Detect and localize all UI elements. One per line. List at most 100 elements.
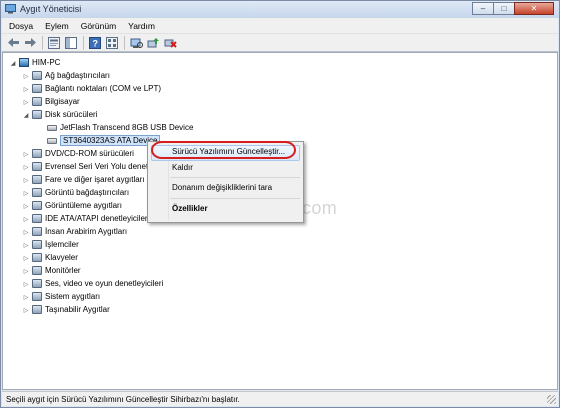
expand-arrow-icon[interactable]: ▷ — [22, 201, 30, 211]
tree-item-ports[interactable]: Bağlantı noktaları (COM ve LPT) — [32, 82, 161, 95]
update-driver-button[interactable] — [145, 35, 161, 50]
minimize-icon: – — [480, 4, 486, 13]
scan-hardware-icon — [130, 38, 143, 48]
tree-item-label: İşlemciler — [45, 240, 79, 249]
menu-eylem[interactable]: Eylem — [40, 21, 74, 31]
tree-item-monitors[interactable]: Monitörler — [32, 264, 81, 277]
tree-item-label: IDE ATA/ATAPI denetleyicileri — [45, 214, 150, 223]
toolbar-separator — [83, 35, 84, 50]
tree-item-disk-drives[interactable]: Disk sürücüleri — [32, 108, 97, 121]
show-hide-tree-icon — [65, 36, 77, 49]
expand-arrow-icon[interactable]: ▷ — [22, 162, 30, 172]
expand-arrow-icon[interactable]: ▷ — [22, 97, 30, 107]
expand-arrow-icon[interactable]: ▷ — [22, 227, 30, 237]
tree-item-network-adapters[interactable]: Ağ bağdaştırıcıları — [32, 69, 110, 82]
tree-item-ide[interactable]: IDE ATA/ATAPI denetleyicileri — [32, 212, 149, 225]
toolbar: ? — [2, 33, 558, 52]
show-hide-tree-button[interactable] — [63, 35, 79, 50]
tree-item-label: DVD/CD-ROM sürücüleri — [45, 149, 134, 158]
menu-dosya[interactable]: Dosya — [4, 21, 38, 31]
mouse-icon — [32, 175, 42, 184]
back-button[interactable] — [5, 35, 21, 50]
tree-item-keyboards[interactable]: Klavyeler — [32, 251, 78, 264]
collapse-arrow-icon[interactable]: ◢ — [9, 58, 17, 68]
menu-yardim[interactable]: Yardım — [123, 21, 160, 31]
portable-device-icon — [32, 305, 42, 314]
expand-arrow-icon[interactable]: ▷ — [22, 305, 30, 315]
tree-item-computer[interactable]: Bilgisayar — [32, 95, 80, 108]
expand-arrow-icon[interactable]: ▷ — [22, 71, 30, 81]
view-button[interactable] — [104, 35, 120, 50]
expand-arrow-icon[interactable]: ▷ — [22, 279, 30, 289]
help-icon: ? — [89, 36, 101, 49]
scan-hardware-menu-item[interactable]: Donanım değişikliklerini tara — [172, 183, 272, 192]
context-menu-separator — [170, 177, 300, 178]
uninstall-button[interactable] — [162, 35, 178, 50]
tree-item-portable-devices[interactable]: Taşınabilir Aygıtlar — [32, 303, 110, 316]
computer-root-icon — [19, 58, 29, 67]
tree-item-label: Disk sürücüleri — [45, 110, 98, 119]
highlight-ring — [151, 141, 296, 159]
minimize-button[interactable]: – — [472, 2, 494, 15]
help-button[interactable]: ? — [87, 35, 103, 50]
scan-hardware-button[interactable] — [128, 35, 144, 50]
ide-controller-icon — [32, 214, 42, 223]
expand-arrow-icon[interactable]: ▷ — [22, 214, 30, 224]
usb-icon — [32, 162, 42, 171]
view-icon — [106, 36, 118, 49]
disk-drive-icon — [32, 110, 42, 119]
collapse-arrow-icon[interactable]: ◢ — [22, 110, 30, 120]
tree-item-jetflash[interactable]: JetFlash Transcend 8GB USB Device — [47, 121, 193, 134]
expand-arrow-icon[interactable]: ▷ — [22, 84, 30, 94]
monitor-icon — [32, 266, 42, 275]
port-icon — [32, 84, 42, 93]
forward-button[interactable] — [22, 35, 38, 50]
tree-item-label: Görüntü bağdaştırıcıları — [45, 188, 130, 197]
properties-menu-item[interactable]: Özellikler — [172, 204, 208, 213]
expand-arrow-icon[interactable]: ▷ — [22, 240, 30, 250]
display-adapter-icon — [32, 188, 42, 197]
expand-arrow-icon[interactable]: ▷ — [22, 149, 30, 159]
tree-item-label: Bağlantı noktaları (COM ve LPT) — [45, 84, 162, 93]
tree-item-dvd[interactable]: DVD/CD-ROM sürücüleri — [32, 147, 134, 160]
title-bar[interactable]: Aygıt Yöneticisi – □ ✕ — [1, 1, 559, 18]
tree-item-imaging[interactable]: Görüntüleme aygıtları — [32, 199, 122, 212]
forward-arrow-icon — [24, 38, 36, 47]
tree-item-label: Sistem aygıtları — [45, 292, 101, 301]
tree-item-system-devices[interactable]: Sistem aygıtları — [32, 290, 100, 303]
system-device-icon — [32, 292, 42, 301]
tree-item-label: Taşınabilir Aygıtlar — [45, 305, 110, 314]
properties-button[interactable] — [46, 35, 62, 50]
expand-arrow-icon[interactable]: ▷ — [22, 175, 30, 185]
processor-icon — [32, 240, 42, 249]
tree-root-label: HIM-PC — [32, 58, 61, 67]
tree-item-label: Fare ve diğer işaret aygıtları — [45, 175, 145, 184]
close-button[interactable]: ✕ — [514, 2, 554, 15]
tree-item-hid[interactable]: İnsan Arabirim Aygıtları — [32, 225, 127, 238]
sound-icon — [32, 279, 42, 288]
maximize-button[interactable]: □ — [493, 2, 515, 15]
expand-arrow-icon[interactable]: ▷ — [22, 266, 30, 276]
toolbar-separator — [124, 35, 125, 50]
tree-item-st3640323as[interactable]: ST3640323AS ATA Device — [47, 134, 161, 147]
back-arrow-icon — [7, 38, 19, 47]
drive-icon — [47, 137, 57, 144]
device-manager-app-icon — [5, 4, 16, 14]
tree-item-label: İnsan Arabirim Aygıtları — [45, 227, 128, 236]
toolbar-separator — [42, 35, 43, 50]
tree-item-processors[interactable]: İşlemciler — [32, 238, 79, 251]
expand-arrow-icon[interactable]: ▷ — [22, 253, 30, 263]
expand-arrow-icon[interactable]: ▷ — [22, 292, 30, 302]
resize-grip-icon[interactable] — [547, 395, 556, 404]
uninstall-menu-item[interactable]: Kaldır — [172, 163, 193, 172]
tree-item-sound[interactable]: Ses, video ve oyun denetleyicileri — [32, 277, 163, 290]
status-bar: Seçili aygıt için Sürücü Yazılımını Günc… — [2, 391, 558, 406]
svg-text:?: ? — [93, 38, 99, 48]
tree-item-display-adapters[interactable]: Görüntü bağdaştırıcıları — [32, 186, 129, 199]
tree-item-mouse[interactable]: Fare ve diğer işaret aygıtları — [32, 173, 145, 186]
expand-arrow-icon[interactable]: ▷ — [22, 188, 30, 198]
uninstall-icon — [164, 39, 177, 48]
menu-gorunum[interactable]: Görünüm — [76, 21, 121, 31]
tree-root[interactable]: HIM-PC — [19, 56, 60, 69]
maximize-icon: □ — [501, 4, 507, 13]
